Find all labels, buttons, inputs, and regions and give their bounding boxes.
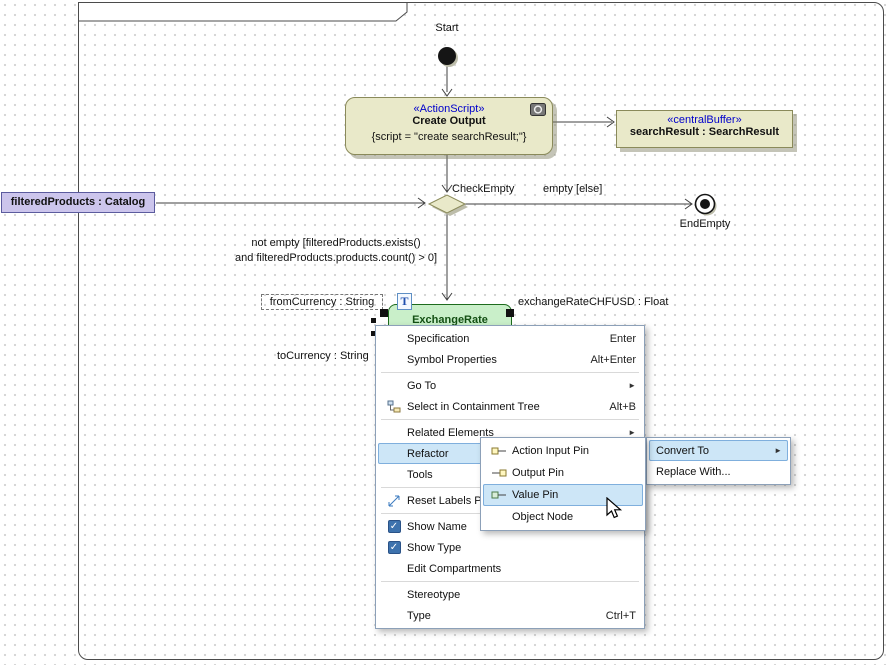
submenu-arrow-icon: ► — [616, 428, 636, 437]
create-output-title: Create Output — [346, 115, 552, 127]
action-create-output[interactable]: «ActionScript» Create Output {script = "… — [345, 97, 553, 155]
pin-label-from-currency[interactable]: fromCurrency : String — [261, 294, 383, 310]
shortcut-label: Enter — [588, 333, 636, 345]
create-output-stereotype: «ActionScript» — [346, 103, 552, 115]
central-buffer-title: searchResult : SearchResult — [617, 126, 792, 138]
menu-item-select-in-containment-tree[interactable]: Select in Containment Tree Alt+B — [378, 396, 642, 417]
menu-separator — [381, 419, 639, 420]
behavior-badge-icon — [530, 103, 546, 116]
pin-label-exchange-rate-out[interactable]: exchangeRateCHFUSD : Float — [518, 296, 668, 308]
menu-item-convert-to[interactable]: Convert To ► — [649, 440, 788, 461]
decision-label[interactable]: CheckEmpty — [452, 183, 514, 195]
pin-label-to-currency[interactable]: toCurrency : String — [277, 350, 369, 362]
submenu-arrow-icon: ► — [762, 446, 782, 455]
create-output-script: {script = "create searchResult;"} — [346, 131, 552, 143]
menu-item-edit-compartments[interactable]: Edit Compartments — [378, 558, 642, 579]
menu-separator — [381, 372, 639, 373]
menu-item-type[interactable]: Type Ctrl+T — [378, 605, 642, 626]
shortcut-label: Alt+B — [587, 401, 636, 413]
diagram-canvas: activity Activity Diagram Calculations [… — [0, 0, 889, 665]
guard-line-1: not empty [filteredProducts.exists() — [205, 236, 467, 251]
submenu-arrow-icon: ► — [616, 381, 636, 390]
central-buffer-stereotype: «centralBuffer» — [617, 114, 792, 126]
menu-item-symbol-properties[interactable]: Symbol Properties Alt+Enter — [378, 349, 642, 370]
shortcut-label: Ctrl+T — [584, 610, 636, 622]
start-node-label[interactable]: Start — [397, 22, 497, 34]
frame-header-tab[interactable] — [78, 2, 408, 22]
output-pin-exchange-rate[interactable] — [506, 309, 514, 317]
input-pin-from-currency[interactable] — [380, 309, 388, 317]
menu-separator — [381, 581, 639, 582]
reset-labels-icon — [387, 494, 401, 508]
action-input-pin-icon — [491, 446, 507, 456]
refactor-submenu: Convert To ► Replace With... — [646, 437, 791, 485]
frame-tab-shape — [78, 2, 408, 22]
mouse-cursor — [605, 497, 623, 521]
object-node-filtered-products[interactable]: filteredProducts : Catalog — [1, 192, 155, 213]
menu-item-specification[interactable]: Specification Enter — [378, 328, 642, 349]
menu-item-output-pin[interactable]: Output Pin — [483, 462, 643, 484]
menu-item-show-type[interactable]: ✓ Show Type — [378, 537, 642, 558]
shortcut-label: Alt+Enter — [568, 354, 636, 366]
value-pin-icon — [491, 490, 507, 500]
menu-item-replace-with[interactable]: Replace With... — [649, 461, 788, 482]
text-tool-button[interactable]: T — [397, 293, 412, 310]
output-pin-icon — [491, 468, 507, 478]
selection-handle[interactable] — [371, 318, 376, 323]
containment-tree-icon — [387, 400, 401, 414]
empty-guard-label[interactable]: empty [else] — [543, 183, 602, 195]
guard-line-2: and filteredProducts.products.count() > … — [205, 251, 467, 266]
menu-item-action-input-pin[interactable]: Action Input Pin — [483, 440, 643, 462]
checkbox-checked-icon[interactable]: ✓ — [388, 541, 401, 554]
menu-item-stereotype[interactable]: Stereotype — [378, 584, 642, 605]
central-buffer-search-result[interactable]: «centralBuffer» searchResult : SearchRes… — [616, 110, 793, 148]
end-node-label[interactable]: EndEmpty — [655, 218, 755, 230]
menu-item-go-to[interactable]: Go To ► — [378, 375, 642, 396]
not-empty-guard-label[interactable]: not empty [filteredProducts.exists() and… — [205, 236, 467, 266]
checkbox-checked-icon[interactable]: ✓ — [388, 520, 401, 533]
